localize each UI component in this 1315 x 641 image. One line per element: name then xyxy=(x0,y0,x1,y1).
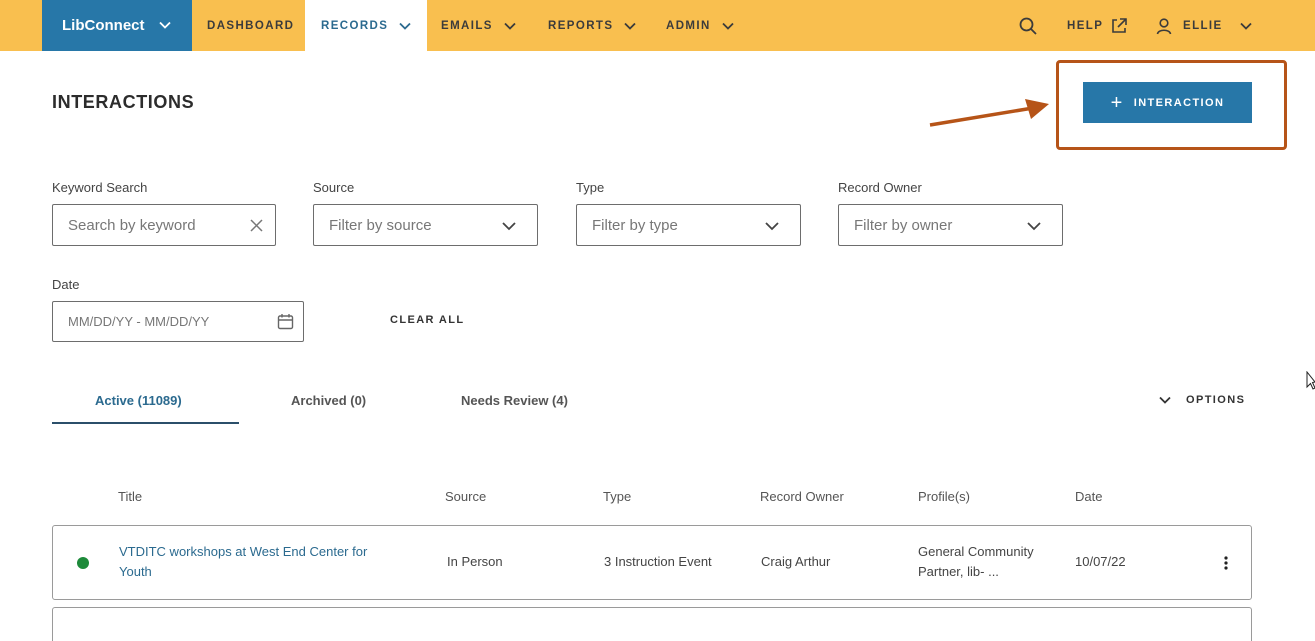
external-link-icon xyxy=(1112,17,1128,33)
type-select[interactable]: Filter by type xyxy=(576,204,801,246)
source-placeholder: Filter by source xyxy=(329,216,432,234)
user-icon xyxy=(1156,17,1172,34)
nav-emails-label: EMAILS xyxy=(441,19,493,32)
nav-records[interactable]: RECORDS xyxy=(305,0,427,51)
status-active-icon xyxy=(77,557,89,569)
options-button[interactable]: OPTIONS xyxy=(1158,393,1245,407)
add-interaction-button[interactable]: + INTERACTION xyxy=(1083,82,1252,123)
date-label: Date xyxy=(52,277,80,292)
row-title-link[interactable]: VTDITC workshops at West End Center for … xyxy=(119,542,367,582)
user-menu[interactable]: ELLIE xyxy=(1155,0,1253,51)
chevron-down-icon xyxy=(1027,222,1041,231)
row-title-line: VTDITC workshops at West End Center for xyxy=(119,544,368,559)
tab-archived[interactable]: Archived (0) xyxy=(291,393,366,408)
column-header-profiles[interactable]: Profile(s) xyxy=(918,489,970,504)
plus-icon: + xyxy=(1110,91,1124,114)
help-link[interactable]: HELP xyxy=(1067,0,1128,51)
type-label: Type xyxy=(576,180,605,195)
date-range-input[interactable]: MM/DD/YY - MM/DD/YY xyxy=(52,301,304,342)
row-date: 10/07/22 xyxy=(1075,554,1126,569)
row-profiles: General Community Partner, lib- ... xyxy=(918,542,1034,582)
tab-active[interactable]: Active (11089) xyxy=(95,393,182,408)
keyword-search-input[interactable]: Search by keyword xyxy=(52,204,276,246)
options-label: OPTIONS xyxy=(1186,394,1246,406)
nav-records-label: RECORDS xyxy=(321,19,389,32)
source-label: Source xyxy=(313,180,355,195)
chevron-down-icon xyxy=(1159,396,1171,404)
keyword-search-label: Keyword Search xyxy=(52,180,148,195)
search-icon xyxy=(1019,17,1037,35)
table-row[interactable]: VTDITC workshops at West End Center for … xyxy=(52,525,1252,600)
table-row[interactable] xyxy=(52,607,1252,641)
chevron-down-icon xyxy=(765,222,779,231)
nav-reports[interactable]: REPORTS xyxy=(548,0,637,51)
column-header-title[interactable]: Title xyxy=(118,489,142,504)
row-source: In Person xyxy=(447,554,503,569)
annotation-arrow xyxy=(929,99,1049,127)
add-interaction-label: INTERACTION xyxy=(1133,96,1225,109)
chevron-down-icon xyxy=(722,22,734,30)
chevron-down-icon xyxy=(399,22,411,30)
top-nav: LibConnect DASHBOARD RECORDS EMAILS REPO… xyxy=(0,0,1315,51)
clear-all-button[interactable]: CLEAR ALL xyxy=(390,314,465,326)
search-button[interactable] xyxy=(1018,0,1038,51)
chevron-down-icon xyxy=(159,21,171,29)
date-range-placeholder: MM/DD/YY - MM/DD/YY xyxy=(68,314,210,329)
column-header-date[interactable]: Date xyxy=(1075,489,1102,504)
page-title: INTERACTIONS xyxy=(52,92,195,112)
row-record-owner: Craig Arthur xyxy=(761,554,831,569)
nav-reports-label: REPORTS xyxy=(548,19,614,32)
source-select[interactable]: Filter by source xyxy=(313,204,538,246)
row-type: 3 Instruction Event xyxy=(604,554,712,569)
brand-label: LibConnect xyxy=(62,17,145,34)
nav-emails[interactable]: EMAILS xyxy=(441,0,517,51)
clear-icon[interactable] xyxy=(250,219,263,232)
row-title-line: Youth xyxy=(119,564,152,579)
column-header-type[interactable]: Type xyxy=(603,489,631,504)
row-profiles-line: General Community xyxy=(918,544,1034,559)
nav-admin[interactable]: ADMIN xyxy=(666,0,735,51)
record-owner-placeholder: Filter by owner xyxy=(854,216,953,234)
nav-dashboard[interactable]: DASHBOARD xyxy=(192,0,305,51)
help-label: HELP xyxy=(1067,19,1104,32)
chevron-down-icon xyxy=(624,22,637,30)
brand-menu[interactable]: LibConnect xyxy=(42,0,192,51)
user-name: ELLIE xyxy=(1183,19,1223,32)
calendar-icon[interactable] xyxy=(277,313,294,330)
row-profiles-line: Partner, lib- ... xyxy=(918,564,999,579)
mouse-cursor-icon xyxy=(1306,371,1315,390)
tab-needs-review[interactable]: Needs Review (4) xyxy=(461,393,568,408)
active-tab-indicator xyxy=(52,422,239,424)
keyword-search-placeholder: Search by keyword xyxy=(68,216,196,234)
chevron-down-icon xyxy=(1239,22,1252,30)
chevron-down-icon xyxy=(502,222,516,231)
nav-dashboard-label: DASHBOARD xyxy=(207,19,295,32)
column-header-source[interactable]: Source xyxy=(445,489,486,504)
column-header-record-owner[interactable]: Record Owner xyxy=(760,489,844,504)
record-owner-select[interactable]: Filter by owner xyxy=(838,204,1063,246)
chevron-down-icon xyxy=(504,22,516,30)
nav-admin-label: ADMIN xyxy=(666,19,711,32)
record-owner-label: Record Owner xyxy=(838,180,922,195)
type-placeholder: Filter by type xyxy=(592,216,678,234)
more-options-icon[interactable] xyxy=(1224,556,1228,570)
